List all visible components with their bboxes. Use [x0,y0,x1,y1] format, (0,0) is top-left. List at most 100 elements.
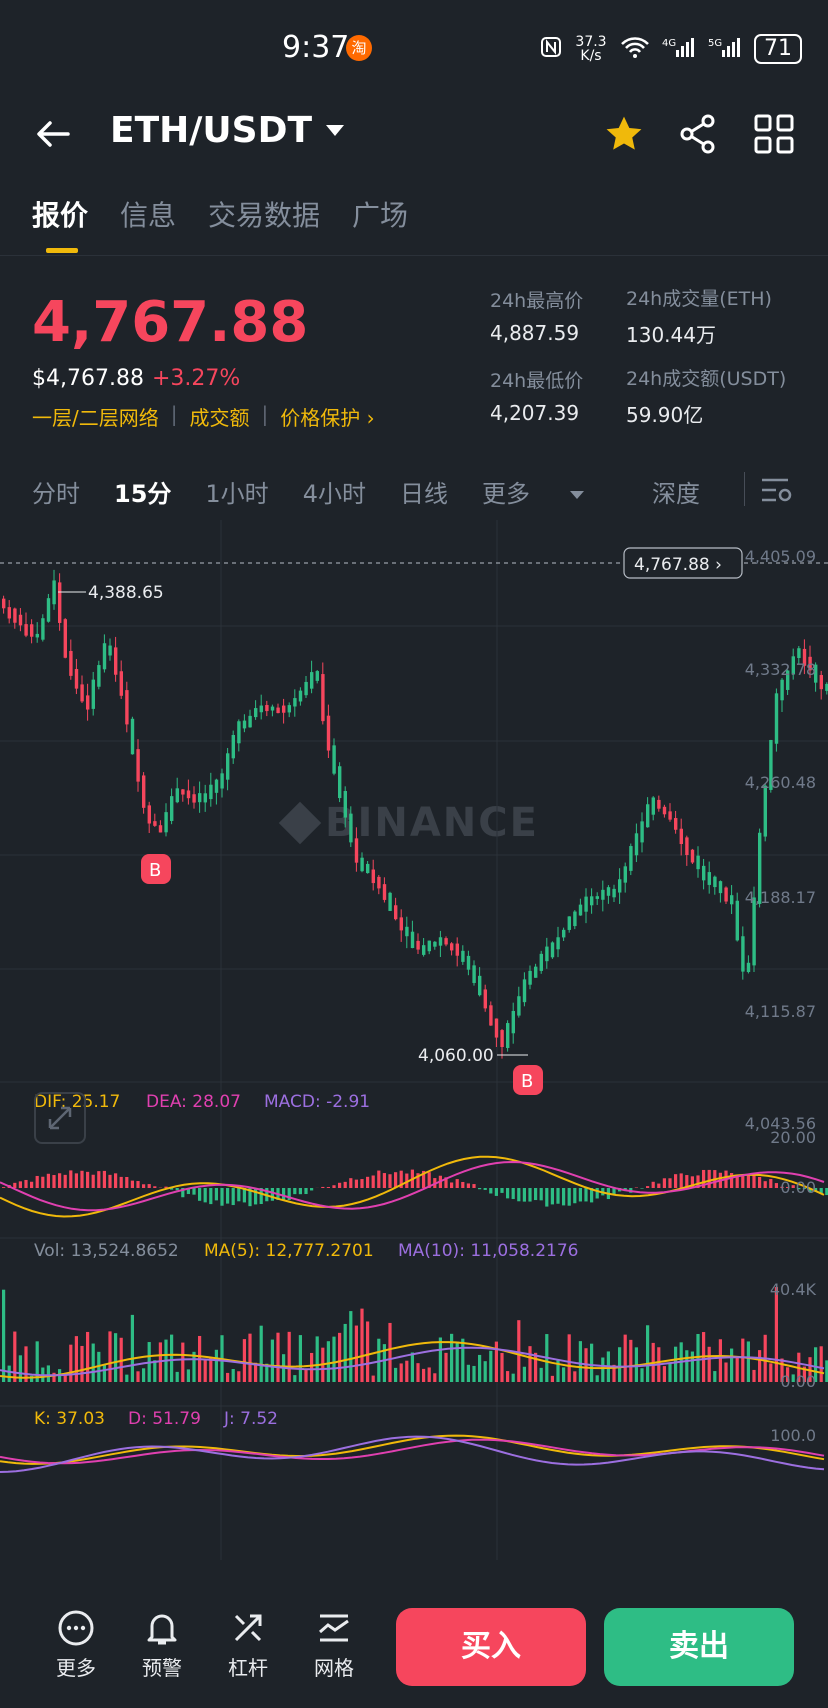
volume-bar [774,1287,778,1382]
macd-histogram-bar [657,1183,661,1188]
volume-bar [718,1339,722,1382]
indicator-axis-tick: 0.00 [780,1372,816,1391]
divider [0,255,828,256]
candle-body [35,633,39,638]
candle-body [601,889,605,900]
candle-body [455,943,459,956]
grid-trading-label: 网格 [314,1656,354,1680]
low-marker: 4,060.00 [418,1046,494,1066]
macd-histogram-bar [382,1173,386,1188]
volume-bar [226,1372,230,1382]
alert-button[interactable]: 预警 [132,1608,192,1681]
tf-more[interactable]: 更多 [482,474,618,509]
stat-24h-volume-eth: 24h成交量(ETH) 130.44万 [626,284,772,348]
price-protection-link[interactable]: 价格保护 › [280,402,374,431]
candle-body [304,681,308,696]
macd-value-label: MACD: -2.91 [264,1092,370,1112]
sell-button[interactable]: 卖出 [604,1608,794,1686]
pair-selector[interactable]: ETH/USDT [110,110,345,151]
candle-body [158,825,163,833]
candle-body [388,892,392,911]
stat-label: 24h最低价 [490,370,584,392]
macd-histogram-bar [522,1188,526,1202]
more-button[interactable]: 更多 [46,1608,106,1681]
stat-value: 130.44万 [626,323,716,347]
tab-quote[interactable]: 报价 [32,194,88,234]
tab-info[interactable]: 信息 [120,194,176,234]
back-arrow-icon[interactable] [34,114,74,154]
status-bar: 9:37 淘 37.3 K/s 4G 5G 71 [0,0,828,100]
candle-body [735,900,739,941]
chart-settings-icon[interactable] [758,474,794,506]
candle-body [662,806,667,815]
candle-body [282,705,286,713]
candle-body [707,872,711,885]
star-icon[interactable] [602,112,646,156]
macd-histogram-bar [326,1187,330,1188]
volume-bar [539,1367,543,1382]
volume-bar [752,1369,756,1382]
volume-bar [819,1346,823,1382]
candle-body [702,865,706,881]
tf-4h[interactable]: 4小时 [303,474,366,509]
candle-body [338,766,342,799]
macd-histogram-bar [668,1178,672,1188]
tf-line[interactable]: 分时 [32,474,80,509]
candle-body [310,672,314,689]
candle-body [231,735,235,759]
candle-body [270,706,275,711]
price-change: +3.27% [151,366,241,391]
buy-button[interactable]: 买入 [396,1608,586,1686]
candle-body [612,888,616,898]
buy-marker[interactable]: B [141,854,171,884]
signal-4g-icon: 4G [662,36,696,62]
tf-1d[interactable]: 日线 [400,474,448,509]
network-link[interactable]: 一层/二层网络 [32,402,159,431]
candle-body [130,718,135,755]
candle-body [91,679,95,709]
candle-body [315,671,319,681]
macd-histogram-bar [298,1188,302,1195]
macd-histogram-bar [119,1176,123,1188]
volume-bar [242,1339,246,1382]
tf-1h[interactable]: 1小时 [205,474,268,509]
macd-histogram-bar [282,1188,286,1200]
candle-body [679,828,683,845]
candle-body [52,580,56,605]
volume-bar [231,1369,235,1382]
tab-square[interactable]: 广场 [352,194,408,234]
candle-body [416,940,420,950]
vol-label: Vol: 13,524.8652 [34,1241,179,1261]
candle-body [584,896,588,912]
grid-trading-button[interactable]: 网格 [304,1608,364,1681]
volume-link[interactable]: 成交额 [190,402,250,431]
macd-histogram-bar [679,1173,683,1188]
tab-trading-data[interactable]: 交易数据 [208,194,320,234]
volume-bar [394,1367,398,1382]
kline-chart[interactable]: 4,405.094,332.784,260.484,188.174,115.87… [0,520,828,1560]
macd-histogram-bar [321,1186,325,1188]
candle-body [623,866,627,883]
candle-body [690,849,695,863]
volume-bar [270,1339,274,1382]
candle-body [326,715,331,751]
expand-chart-icon[interactable] [34,1092,86,1144]
leverage-button[interactable]: 杠杆 [218,1608,278,1681]
macd-histogram-bar [192,1188,196,1195]
candle-body [214,779,219,793]
stat-label: 24h成交量(ETH) [626,288,772,310]
macd-histogram-bar [556,1188,560,1204]
share-icon[interactable] [676,112,720,156]
candle-body [226,753,230,780]
volume-bar [416,1363,420,1382]
tf-15m[interactable]: 15分 [114,474,171,509]
volume-bar [52,1372,56,1382]
candle-body [685,837,689,855]
macd-histogram-bar [584,1188,588,1202]
candle-body [668,811,672,820]
buy-marker[interactable]: B [513,1065,543,1095]
tf-depth[interactable]: 深度 [652,474,700,509]
macd-histogram-bar [114,1173,118,1188]
grid-menu-icon[interactable] [752,112,796,156]
macd-histogram-bar [102,1170,106,1188]
